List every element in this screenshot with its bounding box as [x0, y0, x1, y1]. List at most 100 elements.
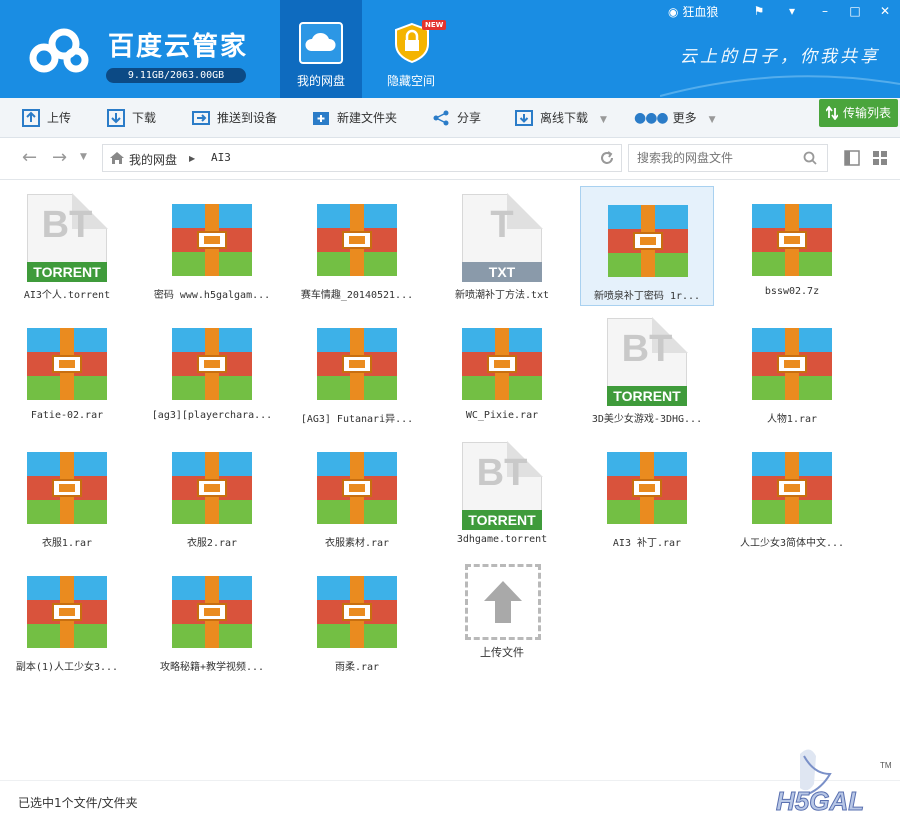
archive-file-icon [317, 442, 397, 530]
file-item[interactable]: AI3 补丁.rar [580, 434, 714, 554]
tab-label: 我的网盘 [296, 74, 345, 88]
offline-download-button[interactable]: 离线下载 ▼ [515, 98, 607, 138]
file-name: Fatie-02.rar [30, 410, 104, 421]
file-item[interactable]: 雨柔.rar [290, 558, 424, 678]
file-item[interactable]: 赛车情趣_20140521... [290, 186, 424, 306]
upload-placeholder [465, 564, 541, 640]
file-name: 副本(1)人工少女3... [15, 662, 119, 673]
h5galgame-watermark-logo: H5GAL TM [776, 749, 892, 816]
file-item[interactable]: 新喷泉补丁密码 1r... [580, 186, 714, 306]
file-name: 人物1.rar [766, 414, 818, 425]
file-item[interactable]: 副本(1)人工少女3... [0, 558, 134, 678]
offline-download-icon [515, 109, 533, 126]
file-name: 密码 www.h5galgam... [153, 290, 271, 301]
more-dots-icon: ●●● [634, 110, 669, 126]
upload-file-tile[interactable]: 上传文件 [435, 558, 569, 678]
file-name: WC_Pixie.rar [465, 410, 539, 421]
breadcrumb-my-netdisk[interactable]: 我的网盘 [129, 151, 177, 168]
file-name: 衣服2.rar [186, 538, 238, 549]
transfer-list-button[interactable]: 传输列表 [819, 99, 898, 127]
file-name: [AG3] Futanari异... [300, 414, 414, 425]
transfer-arrows-icon [826, 106, 838, 120]
file-item[interactable]: Fatie-02.rar [0, 310, 134, 430]
archive-file-icon [752, 442, 832, 530]
archive-file-icon [172, 442, 252, 530]
file-type-band: TORRENT [462, 510, 542, 530]
baidu-cloud-logo-icon [29, 28, 89, 73]
archive-file-icon [172, 318, 252, 406]
file-item[interactable]: 衣服2.rar [145, 434, 279, 554]
torrent-file-icon: BT TORRENT [607, 317, 688, 406]
file-type-band: TORRENT [607, 386, 687, 406]
archive-file-icon [27, 318, 107, 406]
upload-file-label: 上传文件 [480, 646, 524, 659]
file-name: bssw02.7z [764, 286, 820, 297]
download-button[interactable]: 下载 [107, 98, 156, 138]
file-item[interactable]: 衣服素材.rar [290, 434, 424, 554]
tab-my-netdisk[interactable]: 我的网盘 [280, 0, 362, 98]
file-type-glyph: T [490, 204, 514, 246]
archive-file-icon [317, 566, 397, 654]
file-item[interactable]: [AG3] Futanari异... [290, 310, 424, 430]
file-item[interactable]: bssw02.7z [725, 186, 859, 306]
menu-dropdown-button[interactable]: ▾ [777, 0, 807, 22]
forward-arrow-icon[interactable]: → [52, 147, 67, 168]
breadcrumb-current-folder[interactable]: AI3 [211, 151, 231, 164]
archive-file-icon [608, 195, 688, 283]
tab-label: 隐藏空间 [386, 74, 435, 88]
file-name: 雨柔.rar [334, 662, 380, 673]
archive-file-icon [752, 318, 832, 406]
file-item[interactable]: 衣服1.rar [0, 434, 134, 554]
archive-file-icon [27, 442, 107, 530]
more-button[interactable]: ●●● 更多 ▼ [634, 98, 716, 138]
file-item[interactable]: 人物1.rar [725, 310, 859, 430]
file-item[interactable]: BT TORRENT 3dhgame.torrent [435, 434, 569, 554]
search-icon[interactable] [803, 151, 817, 165]
transfer-list-label: 传输列表 [843, 106, 892, 120]
breadcrumb-separator-icon: ▶ [189, 154, 196, 163]
file-item[interactable]: 密码 www.h5galgam... [145, 186, 279, 306]
grid-view-icon[interactable] [872, 150, 888, 166]
list-view-icon[interactable] [844, 150, 860, 166]
file-item[interactable]: 攻略秘籍+教学视频... [145, 558, 279, 678]
file-item[interactable]: [ag3][playerchara... [145, 310, 279, 430]
maximize-button[interactable]: □ [840, 0, 870, 22]
file-name: 攻略秘籍+教学视频... [159, 662, 265, 673]
push-to-device-label: 推送到设备 [217, 111, 278, 125]
file-item[interactable]: T TXT 新喷潮补丁方法.txt [435, 186, 569, 306]
file-type-band: TXT [462, 262, 542, 282]
history-dropdown-icon[interactable]: ▼ [80, 152, 87, 162]
file-item[interactable]: BT TORRENT 3D美少女游戏-3DHG... [580, 310, 714, 430]
share-button[interactable]: 分享 [432, 98, 481, 138]
download-icon [107, 108, 125, 127]
notification-button[interactable]: ⚑ [744, 0, 774, 22]
share-label: 分享 [457, 111, 482, 125]
search-input[interactable] [629, 145, 789, 171]
cloud-disk-icon [299, 22, 343, 64]
back-arrow-icon[interactable]: ← [22, 147, 37, 168]
archive-file-icon [752, 194, 832, 282]
upload-arrow-icon [484, 581, 522, 623]
new-badge: NEW [422, 20, 447, 30]
minimize-button[interactable]: – [810, 0, 840, 22]
path-box[interactable]: 我的网盘 ▶ AI3 [102, 144, 622, 172]
new-folder-button[interactable]: 新建文件夹 [312, 98, 397, 138]
new-folder-icon [313, 111, 329, 125]
file-item[interactable]: BT TORRENT AI3个人.torrent [0, 186, 134, 306]
close-button[interactable]: ✕ [870, 0, 900, 22]
chevron-down-icon: ▼ [600, 115, 607, 125]
file-item[interactable]: WC_Pixie.rar [435, 310, 569, 430]
tab-hidden-space[interactable]: NEW 隐藏空间 [370, 0, 452, 98]
chevron-down-icon: ▼ [708, 115, 716, 125]
user-account[interactable]: ◉ 狂血狼 [668, 3, 718, 20]
file-grid: BT TORRENT AI3个人.torrent 密码 www.h5galgam...… [0, 180, 900, 780]
svg-text:TM: TM [880, 761, 892, 770]
refresh-icon[interactable] [599, 150, 615, 166]
upload-button[interactable]: 上传 [22, 98, 71, 138]
push-to-device-button[interactable]: 推送到设备 [192, 98, 277, 138]
upload-icon [22, 108, 40, 127]
storage-quota: 9.11GB/2063.00GB [106, 68, 246, 83]
new-folder-label: 新建文件夹 [337, 111, 398, 125]
file-item[interactable]: 人工少女3简体中文... [725, 434, 859, 554]
more-label: 更多 [672, 111, 697, 125]
